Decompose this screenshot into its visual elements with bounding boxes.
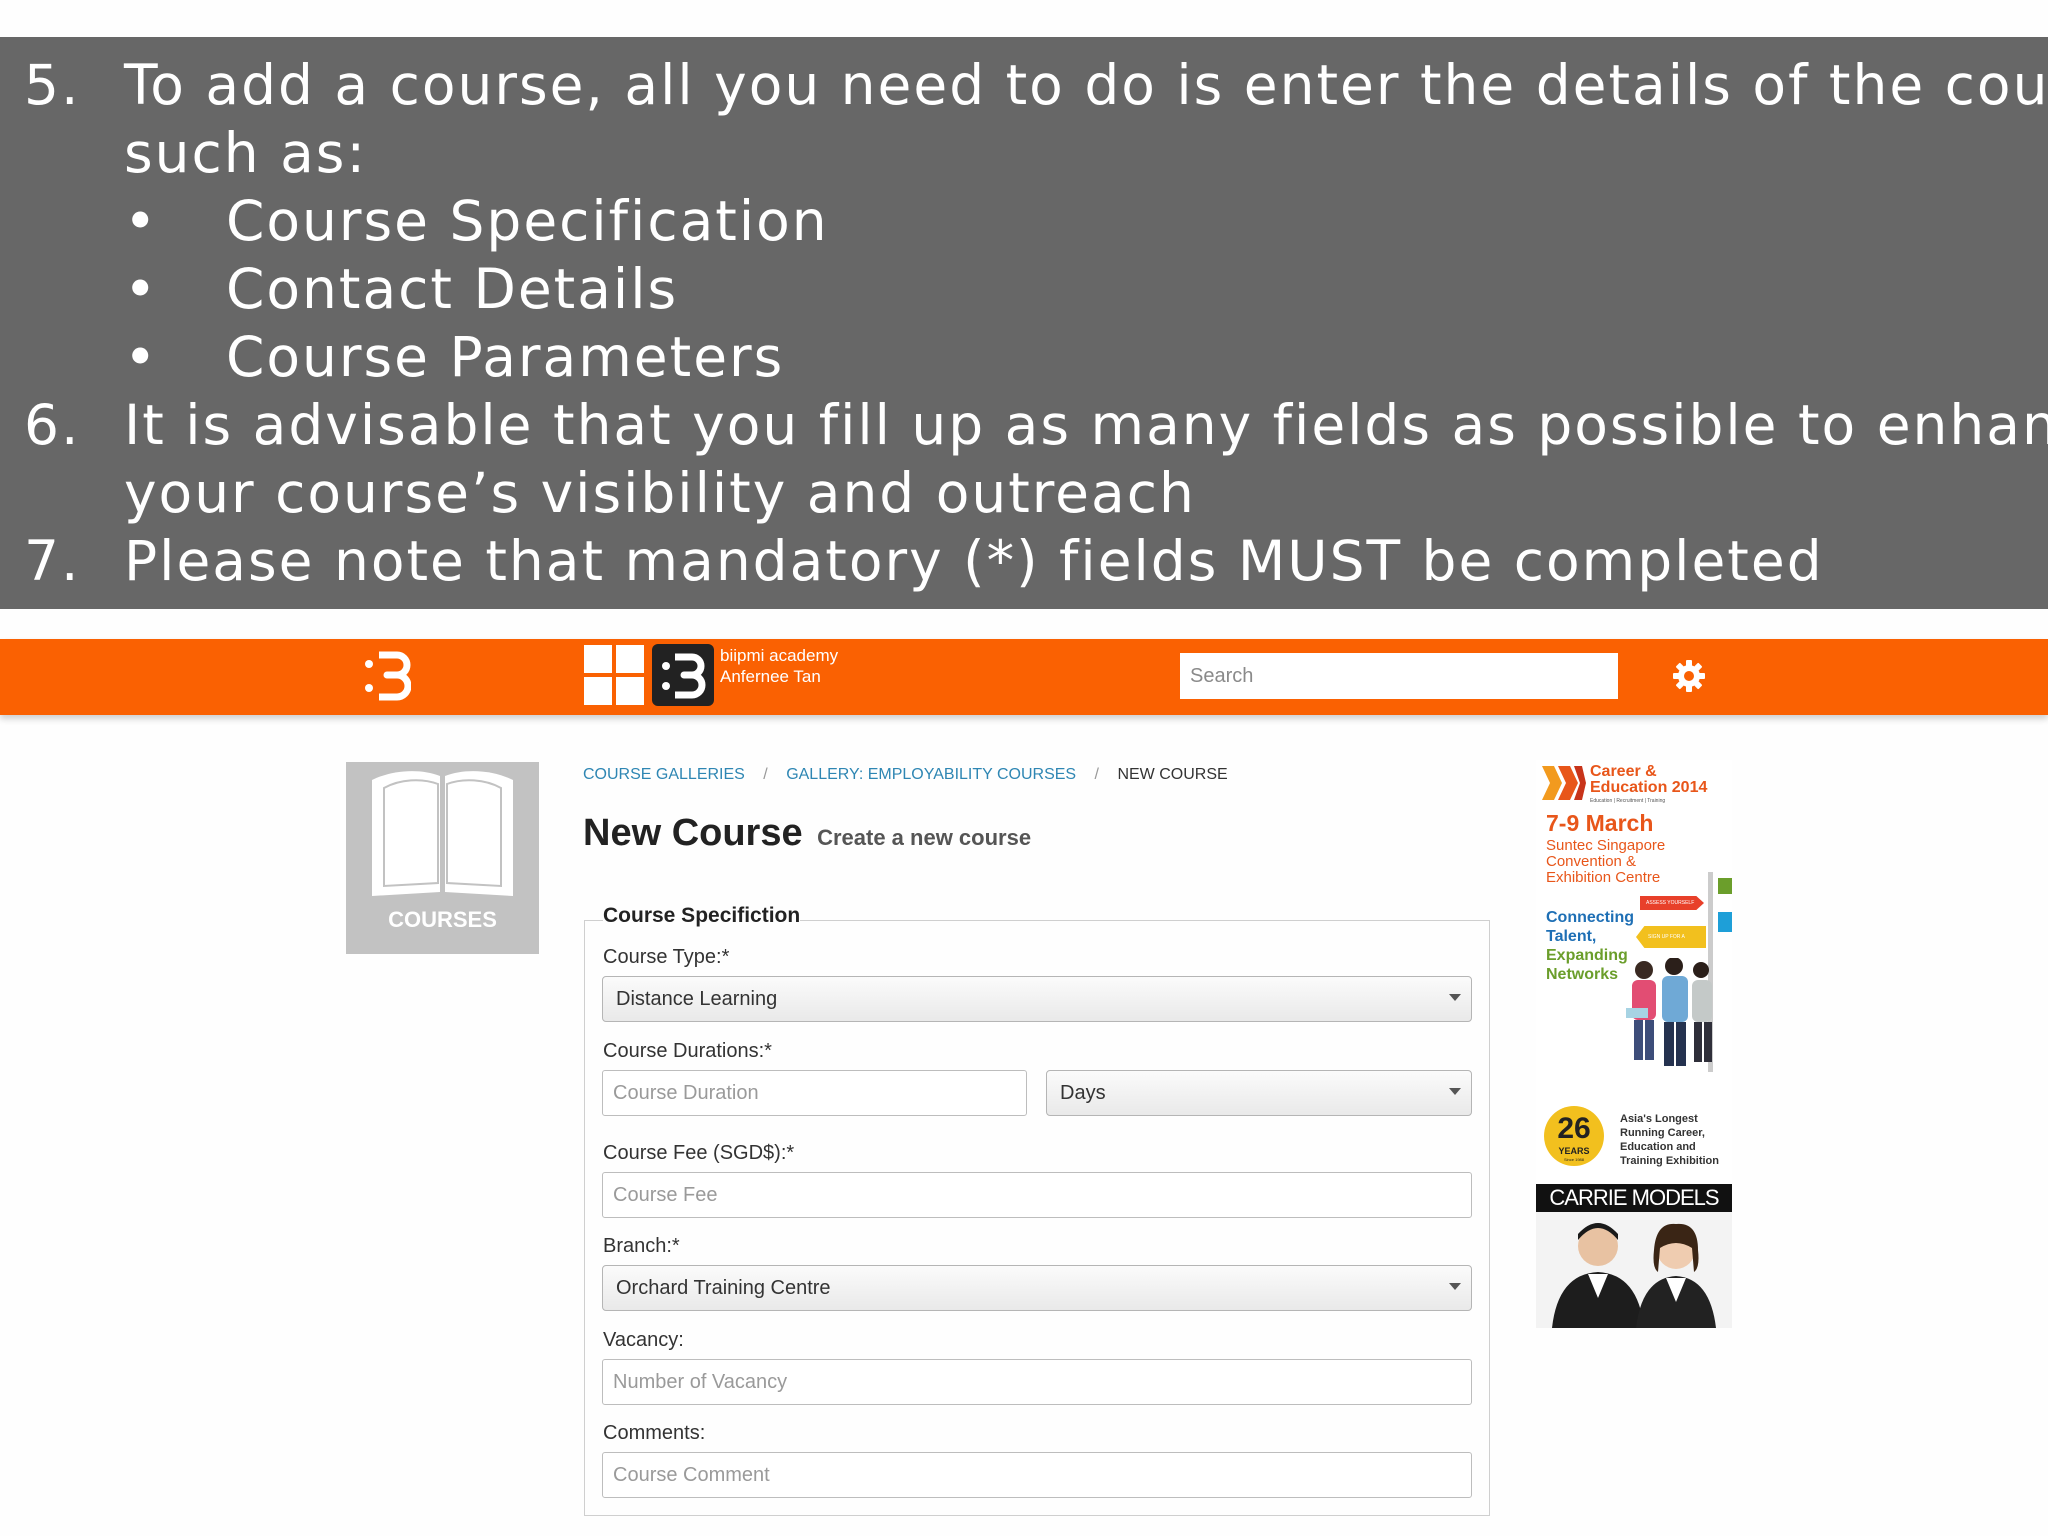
ad-claim-line: Asia's Longest (1620, 1113, 1698, 1125)
chevron-down-icon (1449, 1088, 1461, 1095)
advertisement-banner[interactable]: Career & Education 2014 Education | Recr… (1536, 760, 1732, 1328)
ad-slogan-line: Talent, (1546, 928, 1597, 945)
biipmi-logo-icon[interactable] (361, 647, 411, 705)
org-logo[interactable] (652, 644, 714, 706)
breadcrumb-current: NEW COURSE (1117, 766, 1228, 783)
ad-tagline: Education | Recruitment | Training (1590, 798, 1666, 804)
step-number: 5. (24, 53, 81, 117)
page-title: New Course (583, 812, 803, 854)
ad-sign-green (1718, 878, 1732, 894)
ad-claim-line: Education and (1620, 1141, 1696, 1153)
comments-label: Comments: (603, 1422, 706, 1444)
course-duration-input[interactable] (602, 1070, 1027, 1116)
ad-slogan-line: Connecting (1546, 909, 1634, 926)
step-text: It is advisable that you fill up as many… (124, 393, 2048, 457)
gear-icon[interactable] (1672, 659, 1706, 693)
tile-label: COURSES (388, 907, 497, 932)
book-icon (372, 771, 513, 896)
bullet-icon: • (124, 325, 159, 389)
bullet-text: Course Specification (226, 189, 829, 253)
step-text-continued: your course’s visibility and outreach (124, 461, 1196, 525)
branch-label: Branch:* (603, 1235, 680, 1257)
ad-dates: 7-9 March (1546, 810, 1654, 836)
account-info[interactable]: biipmi academy Anfernee Tan (720, 645, 838, 687)
bullet-icon: • (124, 257, 159, 321)
event-logo-icon (1542, 766, 1586, 800)
org-name: biipmi academy (720, 646, 839, 665)
models-photo (1536, 1212, 1732, 1328)
breadcrumb-separator: / (1094, 766, 1099, 783)
bullet-icon: • (124, 189, 159, 253)
step-text: To add a course, all you need to do is e… (124, 53, 2048, 117)
course-durations-label: Course Durations:* (603, 1040, 772, 1062)
bullet-text: Contact Details (226, 257, 679, 321)
chevron-down-icon (1449, 994, 1461, 1001)
ad-sign-blue (1718, 912, 1732, 932)
years-number: 26 (1557, 1112, 1591, 1145)
page-subtitle: Create a new course (817, 825, 1032, 850)
chevron-down-icon (1449, 1283, 1461, 1290)
ad-claim: Asia's Longest Running Career, Education… (1620, 1112, 1719, 1168)
vacancy-label: Vacancy: (603, 1329, 684, 1351)
course-type-select[interactable]: Distance Learning (602, 976, 1472, 1022)
branch-select[interactable]: Orchard Training Centre (602, 1265, 1472, 1311)
breadcrumb: COURSE GALLERIES / GALLERY: EMPLOYABILIT… (583, 766, 1228, 784)
page-heading: New Course Create a new course (583, 812, 1031, 855)
comments-input[interactable] (602, 1452, 1472, 1498)
breadcrumb-gallery-employability[interactable]: GALLERY: EMPLOYABILITY COURSES (786, 766, 1076, 783)
ad-venue-line: Exhibition Centre (1546, 869, 1661, 886)
ad-event-line: Education 2014 (1590, 779, 1708, 796)
ad-venue-line: Suntec Singapore (1546, 837, 1666, 854)
breadcrumb-separator: / (763, 766, 768, 783)
ad-event-name: Career & Education 2014 (1590, 764, 1707, 796)
top-navbar: biipmi academy Anfernee Tan (0, 639, 2048, 715)
course-fee-label: Course Fee (SGD$):* (603, 1142, 795, 1164)
ad-venue-line: Convention & (1546, 853, 1637, 870)
students-illustration (1626, 958, 1712, 1066)
ad-sign: ASSESS YOURSELF (1640, 896, 1704, 910)
course-type-value: Distance Learning (616, 988, 778, 1010)
duration-unit-value: Days (1060, 1082, 1106, 1104)
step-text: Please note that mandatory (*) fields MU… (124, 529, 1824, 593)
courses-tile[interactable]: COURSES (346, 762, 539, 954)
grid-icon[interactable] (584, 645, 644, 705)
fieldset-legend: Course Specifiction (603, 904, 801, 928)
branch-value: Orchard Training Centre (616, 1277, 831, 1299)
course-fee-input[interactable] (602, 1172, 1472, 1218)
duration-unit-select[interactable]: Days (1046, 1070, 1472, 1116)
step-number: 7. (24, 529, 81, 593)
years-badge: 26 YEARS Since 1988 (1544, 1106, 1604, 1166)
instruction-banner: 5. To add a course, all you need to do i… (0, 37, 2048, 609)
breadcrumb-course-galleries[interactable]: COURSE GALLERIES (583, 766, 745, 783)
step-number: 6. (24, 393, 81, 457)
ad-claim-line: Training Exhibition (1620, 1155, 1719, 1167)
years-since: Since 1988 (1563, 1157, 1584, 1162)
step-text-continued: such as: (124, 121, 367, 185)
vacancy-input[interactable] (602, 1359, 1472, 1405)
ad-claim-line: Running Career, (1620, 1127, 1705, 1139)
ad-event-line: Career & (1590, 763, 1657, 780)
search-input[interactable] (1180, 653, 1618, 699)
years-label: YEARS (1558, 1146, 1590, 1156)
biipmi-logo-icon (662, 653, 706, 699)
ad-sign: SIGN UP FOR A CAREER (1636, 926, 1706, 948)
sponsor-name: CARRIE MODELS (1536, 1184, 1732, 1212)
ad-venue: Suntec Singapore Convention & Exhibition… (1546, 838, 1665, 886)
bullet-text: Course Parameters (226, 325, 785, 389)
user-name: Anfernee Tan (720, 667, 821, 686)
course-type-label: Course Type:* (603, 946, 730, 968)
